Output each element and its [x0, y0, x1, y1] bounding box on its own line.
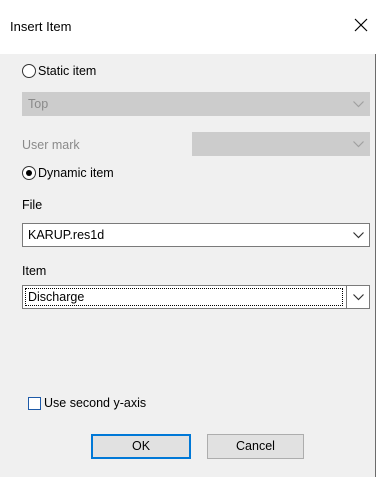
chevron-down-icon — [353, 232, 364, 239]
dynamic-item-label[interactable]: Dynamic item — [38, 166, 114, 180]
chevron-down-icon — [353, 101, 364, 108]
radio-selected-dot — [26, 170, 32, 176]
user-mark-label: User mark — [22, 138, 80, 152]
item-label: Item — [22, 264, 47, 278]
title-bar: Insert Item — [0, 0, 376, 54]
file-dropdown[interactable]: KARUP.res1d — [22, 223, 370, 247]
chevron-down-icon — [353, 294, 364, 301]
insert-item-dialog: Insert Item Static item Top User mark Dy… — [0, 0, 376, 477]
second-y-axis-label[interactable]: Use second y-axis — [44, 396, 146, 410]
static-item-label[interactable]: Static item — [38, 64, 96, 78]
ok-button[interactable]: OK — [91, 434, 191, 459]
item-dropdown[interactable]: Discharge — [22, 285, 370, 309]
file-value: KARUP.res1d — [28, 228, 105, 242]
second-y-axis-checkbox[interactable] — [28, 397, 41, 410]
dropdown-separator — [346, 286, 347, 308]
file-label: File — [22, 198, 43, 212]
dynamic-item-radio[interactable] — [22, 166, 36, 180]
cancel-button[interactable]: Cancel — [207, 434, 304, 459]
close-icon[interactable] — [350, 14, 372, 36]
position-dropdown[interactable]: Top — [22, 92, 370, 116]
static-item-radio[interactable] — [22, 64, 36, 78]
position-value: Top — [28, 97, 49, 111]
dialog-title: Insert Item — [10, 19, 72, 34]
item-value: Discharge — [28, 290, 85, 304]
chevron-down-icon — [353, 141, 364, 148]
user-mark-dropdown[interactable] — [192, 132, 370, 156]
